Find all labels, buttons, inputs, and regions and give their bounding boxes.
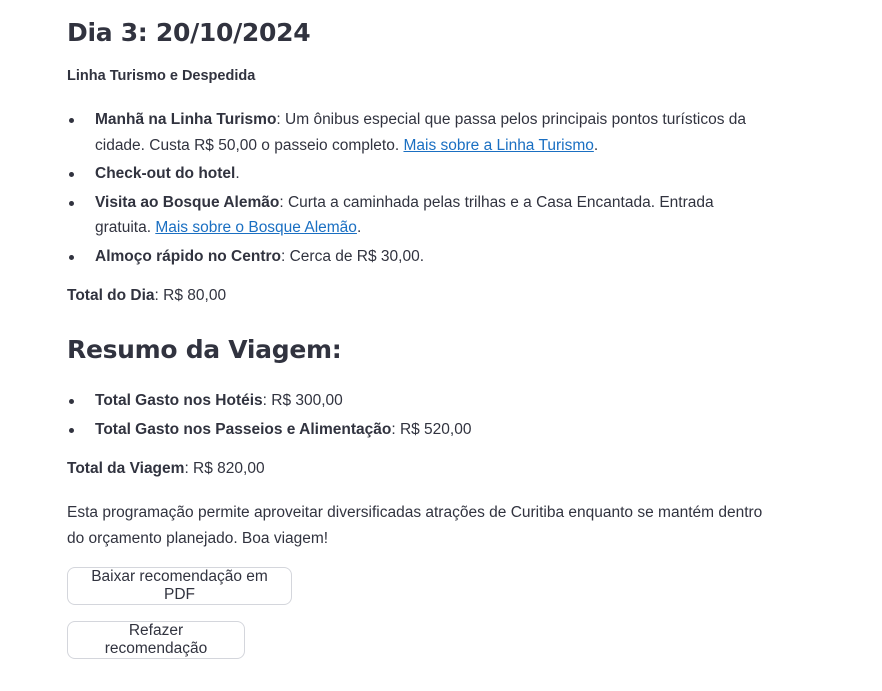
summary-item-value: : R$ 520,00 [391,421,472,438]
activity-name: Almoço rápido no Centro [95,247,281,265]
summary-item-value: : R$ 300,00 [262,392,343,409]
day-total: Total do Dia: R$ 80,00 [67,287,226,305]
day-total-label: Total do Dia [67,287,155,304]
activity-punctuation: . [593,136,599,154]
list-item: Check-out do hotel. [67,161,772,187]
trip-total: Total da Viagem: R$ 820,00 [67,460,265,478]
list-item: Total Gasto nos Passeios e Alimentação: … [67,417,471,443]
redo-recommendation-button[interactable]: Refazer recomendação [67,621,245,659]
summary-list: Total Gasto nos Hotéis: R$ 300,00 Total … [67,388,471,446]
trip-total-label: Total da Viagem [67,460,185,477]
activity-description: : Cerca de R$ 30,00. [281,247,425,265]
day-subtitle: Linha Turismo e Despedida [67,68,256,84]
linha-turismo-link[interactable]: Mais sobre a Linha Turismo [403,137,593,154]
list-item: Manhã na Linha Turismo: Um ônibus especi… [67,107,772,158]
summary-item-label: Total Gasto nos Passeios e Alimentação [95,421,392,438]
summary-title: Resumo da Viagem: [67,335,342,364]
closing-paragraph: Esta programação permite aproveitar dive… [67,504,763,547]
activity-name: Visita ao Bosque Alemão [95,193,280,211]
activity-name: Manhã na Linha Turismo [95,111,277,128]
list-item: Total Gasto nos Hotéis: R$ 300,00 [67,388,471,414]
download-pdf-button[interactable]: Baixar recomendação em PDF [67,567,292,605]
day-activities-list: Manhã na Linha Turismo: Um ônibus especi… [67,107,772,272]
activity-description: . [235,165,240,182]
activity-punctuation: . [356,219,362,236]
summary-item-label: Total Gasto nos Hotéis [95,392,263,409]
bosque-alemao-link[interactable]: Mais sobre o Bosque Alemão [155,219,357,236]
activity-name: Check-out do hotel [95,165,236,182]
list-item: Almoço rápido no Centro: Cerca de R$ 30,… [67,244,772,270]
list-item: Visita ao Bosque Alemão: Curta a caminha… [67,190,772,241]
day-total-value: : R$ 80,00 [154,287,227,304]
day-title: Dia 3: 20/10/2024 [67,18,311,47]
trip-total-value: : R$ 820,00 [184,460,265,477]
